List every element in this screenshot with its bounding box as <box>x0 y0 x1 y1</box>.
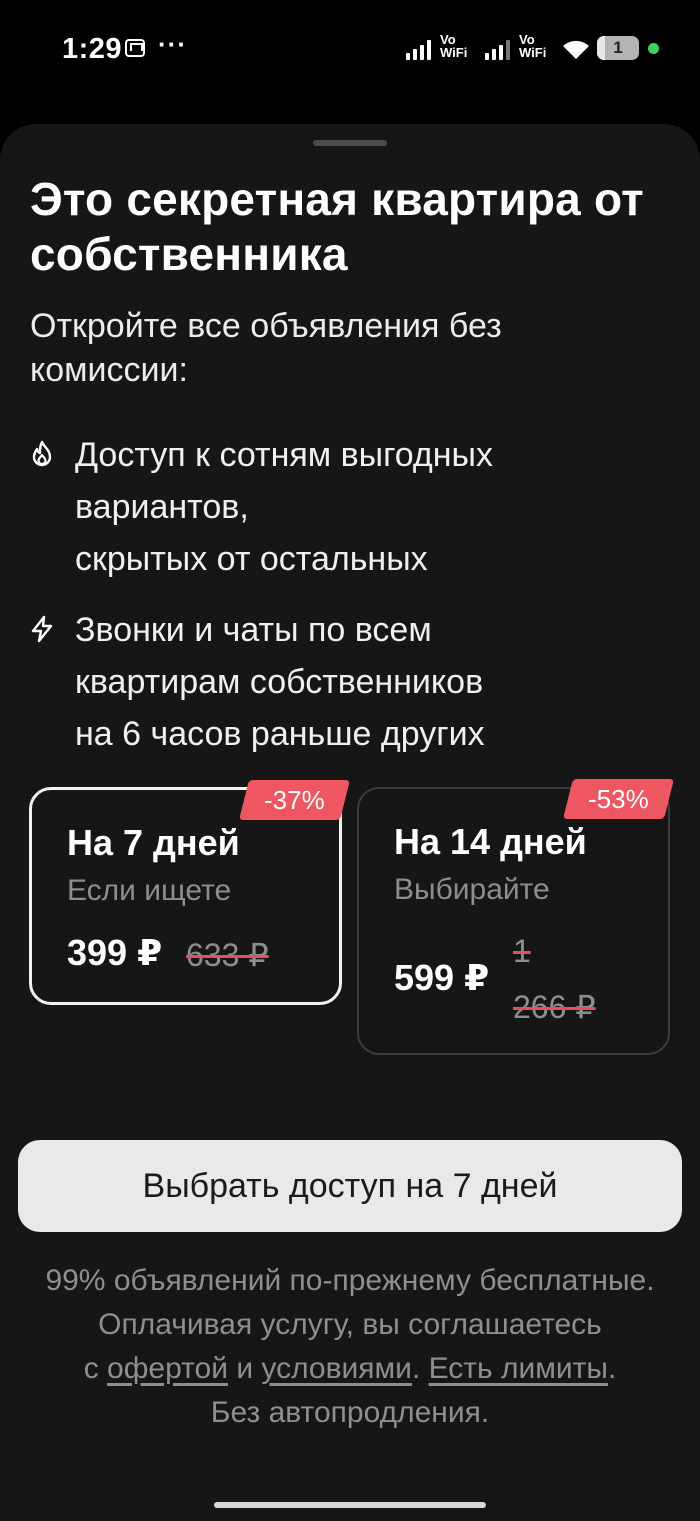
plan-card-7-days[interactable]: -37% На 7 дней Если ищете 399 ₽ 633 ₽ <box>29 780 350 1005</box>
home-indicator[interactable] <box>214 1502 486 1508</box>
discount-badge: -53% <box>563 779 674 819</box>
bottom-sheet: Это секретная квартира от собственника О… <box>0 124 700 1521</box>
lightning-icon <box>31 615 53 643</box>
select-plan-button[interactable]: Выбрать доступ на 7 дней <box>18 1140 682 1232</box>
footer-text: с <box>83 1352 108 1385</box>
plan-old-price: 633 ₽ <box>186 937 269 973</box>
gmail-icon <box>125 39 145 57</box>
footer-links-line: с офертой и условиями. Есть лимиты. <box>20 1347 680 1391</box>
vowifi-icon: Vo WiFi <box>440 32 468 60</box>
flame-icon <box>32 440 52 467</box>
plan-old-price: 1 266 ₽ <box>513 933 596 1025</box>
more-notifications-icon: ··· <box>158 29 187 59</box>
footer-disclaimer: 99% объявлений по-прежнему бесплатные. О… <box>20 1259 680 1435</box>
signal-icon <box>485 38 510 60</box>
wifi-icon <box>563 40 589 59</box>
footer-text: . <box>607 1352 617 1385</box>
sheet-subtitle: Откройте все объявления без комиссии: <box>30 307 502 389</box>
battery-icon: 1 <box>597 36 639 60</box>
offer-link[interactable]: офертой <box>107 1352 228 1385</box>
status-time: 1:29 <box>62 33 123 65</box>
plan-price: 599 ₽ <box>394 957 490 998</box>
terms-link[interactable]: условиями <box>261 1352 412 1385</box>
plan-description: Выбирайте <box>394 873 550 906</box>
feature-text: Доступ к сотням выгодных вариантов, скры… <box>75 436 493 578</box>
footer-line: 99% объявлений по-прежнему бесплатные. <box>45 1264 655 1297</box>
signal-icon <box>406 38 431 60</box>
drag-handle[interactable] <box>313 140 387 146</box>
plan-price: 399 ₽ <box>67 932 163 973</box>
limits-link[interactable]: Есть лимиты <box>429 1352 608 1385</box>
battery-level: 1 <box>613 38 623 57</box>
plan-card-14-days[interactable]: -53% На 14 дней Выбирайте 599 ₽ 1 266 ₽ <box>357 779 674 1055</box>
footer-text: и <box>227 1352 262 1385</box>
plan-description: Если ищете <box>67 874 232 907</box>
footer-text: . <box>411 1352 429 1385</box>
feature-text: Звонки и чаты по всем квартирам собствен… <box>75 611 485 753</box>
plan-name: На 14 дней <box>394 821 587 862</box>
sheet-title: Это секретная квартира от собственника <box>30 173 644 280</box>
status-bar: 1:29 ··· Vo WiFi Vo WiFi 1 <box>0 0 700 100</box>
vowifi-icon: Vo WiFi <box>519 32 547 60</box>
discount-badge: -37% <box>239 780 350 820</box>
footer-line: Оплачивая услугу, вы соглашаетесь <box>98 1308 602 1341</box>
plan-name: На 7 дней <box>67 822 240 863</box>
footer-line: Без автопродления. <box>210 1396 490 1429</box>
privacy-indicator-icon <box>648 43 659 54</box>
